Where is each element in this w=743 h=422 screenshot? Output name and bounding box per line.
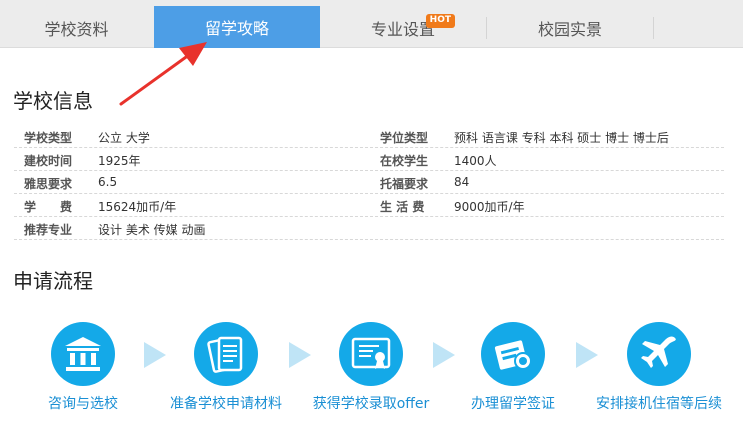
process-step-offer: 获得学校录取offer xyxy=(301,322,441,413)
school-building-icon xyxy=(65,337,101,371)
step-label: 安排接机住宿等后续 xyxy=(596,396,722,412)
info-label: 托福要求 xyxy=(380,177,429,191)
documents-icon xyxy=(207,336,243,373)
table-row: 推荐专业 设计 美术 传媒 动画 xyxy=(14,217,724,240)
info-label: 在校学生 xyxy=(380,154,429,168)
info-label: 生 活 费 xyxy=(380,200,425,214)
tab-label: 学校资料 xyxy=(44,19,109,39)
info-label: 推荐专业 xyxy=(24,223,73,237)
info-value: 6.5 xyxy=(98,175,118,189)
tab-majors[interactable]: 专业设置 HOT xyxy=(320,7,487,48)
table-row: 学校类型 公立 大学 学位类型 预科 语言课 专科 本科 硕士 博士 博士后 xyxy=(14,125,724,148)
info-value: 1400人 xyxy=(454,154,497,168)
airplane-icon xyxy=(641,336,676,368)
tab-label: 校园实景 xyxy=(537,19,602,39)
tab-label-wrap: 专业设置 HOT xyxy=(371,13,455,40)
info-label: 雅思要求 xyxy=(24,177,73,191)
step-label: 咨询与选校 xyxy=(48,396,118,412)
step-label: 获得学校录取offer xyxy=(312,396,430,412)
process-steps: 咨询与选校 准备学校申请材料 获得学校录取offer 办理留学签证 安排接机住宿… xyxy=(0,322,743,422)
info-value: 设计 美术 传媒 动画 xyxy=(98,223,206,237)
pointer-arrow-icon xyxy=(119,42,207,106)
tab-label: 留学攻略 xyxy=(204,19,269,38)
process-step-materials: 准备学校申请材料 xyxy=(156,322,296,413)
info-value: 9000加币/年 xyxy=(454,200,525,214)
passport-book-icon xyxy=(494,340,532,370)
table-row: 雅思要求 6.5 托福要求 84 xyxy=(14,171,724,194)
info-value: 预科 语言课 专科 本科 硕士 博士 博士后 xyxy=(454,131,669,145)
process-title: 申请流程 xyxy=(13,269,93,293)
info-label: 建校时间 xyxy=(24,154,73,168)
process-step-pickup: 安排接机住宿等后续 xyxy=(589,322,729,413)
table-row: 建校时间 1925年 在校学生 1400人 xyxy=(14,148,724,171)
step-label: 准备学校申请材料 xyxy=(170,396,282,412)
step-circle xyxy=(339,322,403,386)
certificate-icon xyxy=(351,337,391,369)
hot-badge: HOT xyxy=(425,13,455,28)
step-label: 办理留学签证 xyxy=(471,396,555,412)
process-step-consult: 咨询与选校 xyxy=(13,322,153,413)
tab-campus-photos[interactable]: 校园实景 xyxy=(487,7,654,48)
step-circle xyxy=(481,322,545,386)
step-circle xyxy=(627,322,691,386)
school-info-table: 学校类型 公立 大学 学位类型 预科 语言课 专科 本科 硕士 博士 博士后 建… xyxy=(14,125,724,240)
info-label: 学 费 xyxy=(24,200,73,214)
info-value: 公立 大学 xyxy=(98,131,150,145)
tab-bar: 学校资料 留学攻略 专业设置 HOT 校园实景 xyxy=(0,0,743,48)
process-step-visa: 办理留学签证 xyxy=(443,322,583,413)
info-value: 84 xyxy=(454,175,470,189)
step-circle xyxy=(51,322,115,386)
info-value: 1925年 xyxy=(98,154,141,168)
info-label: 学校类型 xyxy=(24,131,73,145)
tab-divider xyxy=(653,17,654,39)
step-circle xyxy=(194,322,258,386)
table-row: 学 费 15624加币/年 生 活 费 9000加币/年 xyxy=(14,194,724,217)
info-label: 学位类型 xyxy=(380,131,429,145)
info-value: 15624加币/年 xyxy=(98,200,177,214)
school-info-title: 学校信息 xyxy=(13,89,93,113)
